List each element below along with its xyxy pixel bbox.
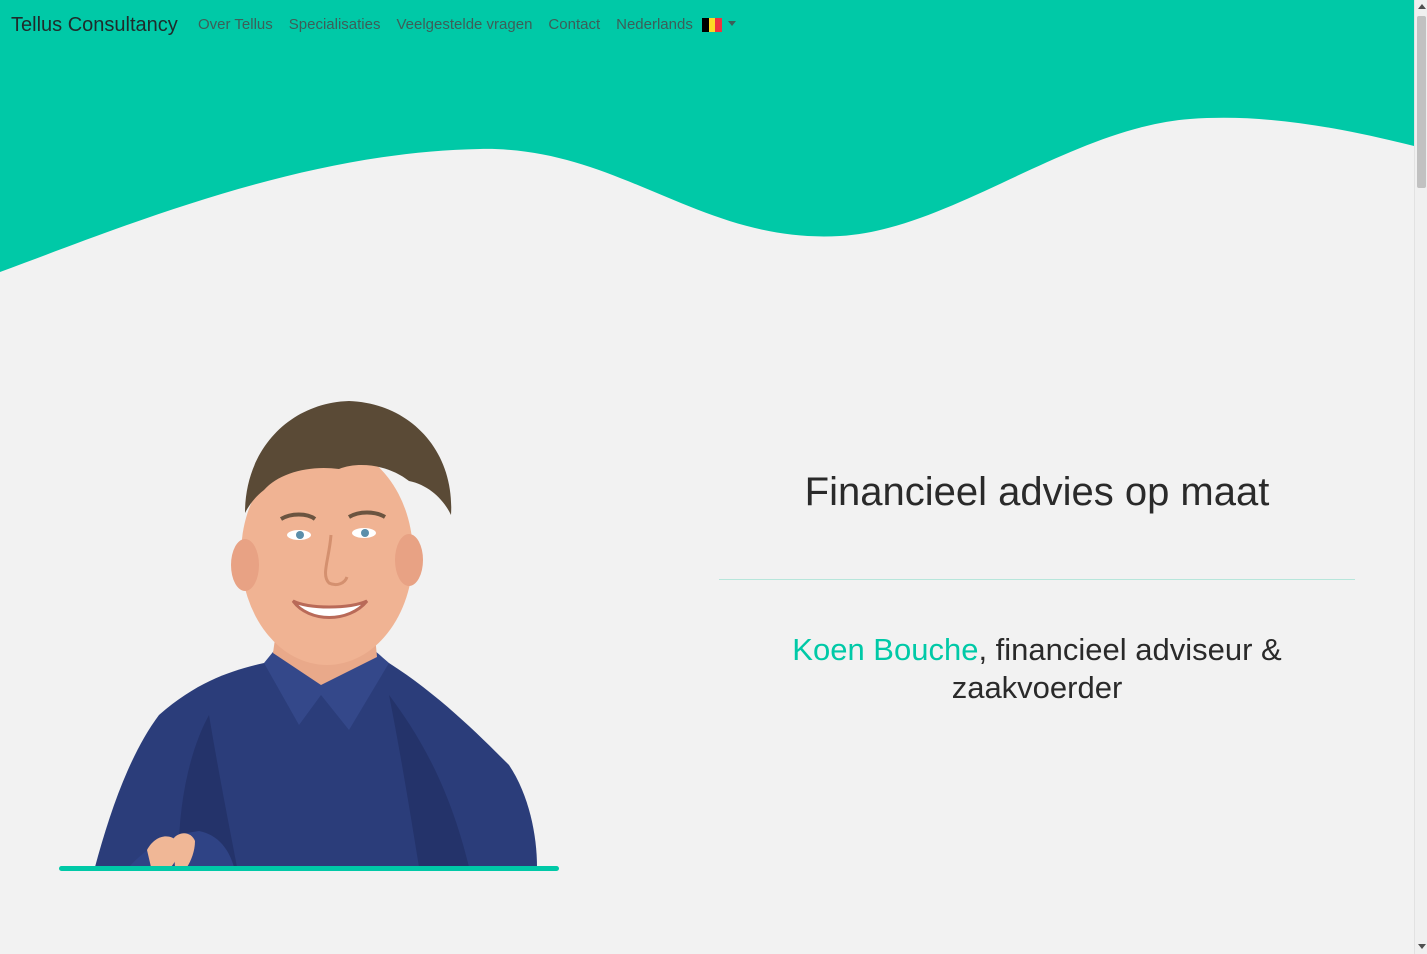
nav-links: Over Tellus Specialisaties Veelgestelde … [198, 16, 736, 33]
language-dropdown[interactable]: Nederlands [616, 16, 736, 33]
scroll-thumb[interactable] [1417, 16, 1426, 188]
portrait [59, 395, 559, 872]
hero-subline: Koen Bouche, financieel adviseur & zaakv… [719, 631, 1355, 707]
person-photo [95, 401, 537, 867]
advisor-role: , financieel adviseur & zaakvoerder [951, 632, 1282, 705]
nav-item-faq[interactable]: Veelgestelde vragen [396, 16, 532, 33]
portrait-underline [59, 866, 559, 871]
scroll-up-icon[interactable] [1418, 4, 1426, 9]
hero-headline: Financieel advies op maat [804, 470, 1270, 514]
advisor-name: Koen Bouche [792, 632, 979, 667]
brand-link[interactable]: Tellus Consultancy [11, 14, 178, 37]
language-label: Nederlands [616, 16, 693, 33]
nav-item-specialisaties[interactable]: Specialisaties [289, 16, 381, 33]
chevron-down-icon [727, 21, 736, 26]
page: Tellus Consultancy Over Tellus Specialis… [0, 0, 1427, 954]
nav-item-over-tellus[interactable]: Over Tellus [198, 16, 273, 33]
vertical-scrollbar[interactable] [1414, 0, 1427, 954]
top-navbar: Tellus Consultancy Over Tellus Specialis… [0, 0, 1414, 54]
belgium-flag-icon [701, 17, 722, 32]
scroll-down-icon[interactable] [1418, 944, 1426, 949]
nav-item-contact[interactable]: Contact [548, 16, 600, 33]
divider [719, 579, 1355, 580]
